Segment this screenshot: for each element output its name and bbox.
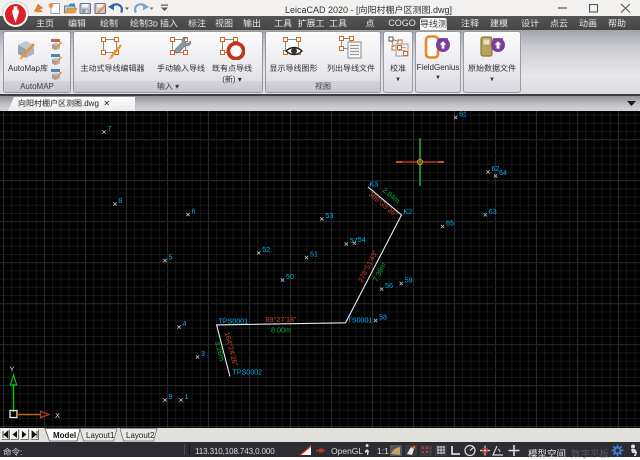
svg-text:TPS0002: TPS0002 <box>233 369 263 377</box>
svg-text:61: 61 <box>459 111 467 119</box>
svg-text:54: 54 <box>358 236 366 244</box>
svg-text:1: 1 <box>185 393 189 401</box>
svg-text:Layout2: Layout2 <box>126 431 155 440</box>
svg-text:TS0001: TS0001 <box>348 317 373 325</box>
svg-text:5: 5 <box>169 254 173 262</box>
svg-text:1:1: 1:1 <box>377 446 389 456</box>
svg-text:89°27’18”: 89°27’18” <box>266 315 297 324</box>
svg-text:K2: K2 <box>404 208 413 216</box>
svg-text:X: X <box>55 411 60 420</box>
svg-text:9: 9 <box>169 393 173 401</box>
svg-text:4: 4 <box>183 320 187 328</box>
svg-text:Layout1: Layout1 <box>86 431 115 440</box>
svg-text:50: 50 <box>286 273 294 281</box>
svg-text:52: 52 <box>262 246 270 254</box>
svg-text:56: 56 <box>385 282 393 290</box>
svg-text:53: 53 <box>325 212 333 220</box>
svg-text:Y: Y <box>10 365 15 374</box>
svg-text:51: 51 <box>310 251 318 259</box>
svg-text:59: 59 <box>405 277 413 285</box>
svg-text:Model: Model <box>53 431 76 440</box>
svg-text:OpenGL: OpenGL <box>331 446 363 456</box>
svg-text:58: 58 <box>379 314 387 322</box>
svg-text:TPS0001: TPS0001 <box>219 318 249 326</box>
svg-text:6: 6 <box>192 208 196 216</box>
svg-text:63: 63 <box>489 208 497 216</box>
svg-text:8: 8 <box>119 197 123 205</box>
svg-text:K3: K3 <box>370 181 379 189</box>
svg-text:7: 7 <box>108 125 112 133</box>
svg-text:65: 65 <box>446 220 454 228</box>
svg-text:8.00m: 8.00m <box>271 326 291 335</box>
svg-text:64: 64 <box>499 169 507 177</box>
svg-text:3: 3 <box>201 350 205 358</box>
